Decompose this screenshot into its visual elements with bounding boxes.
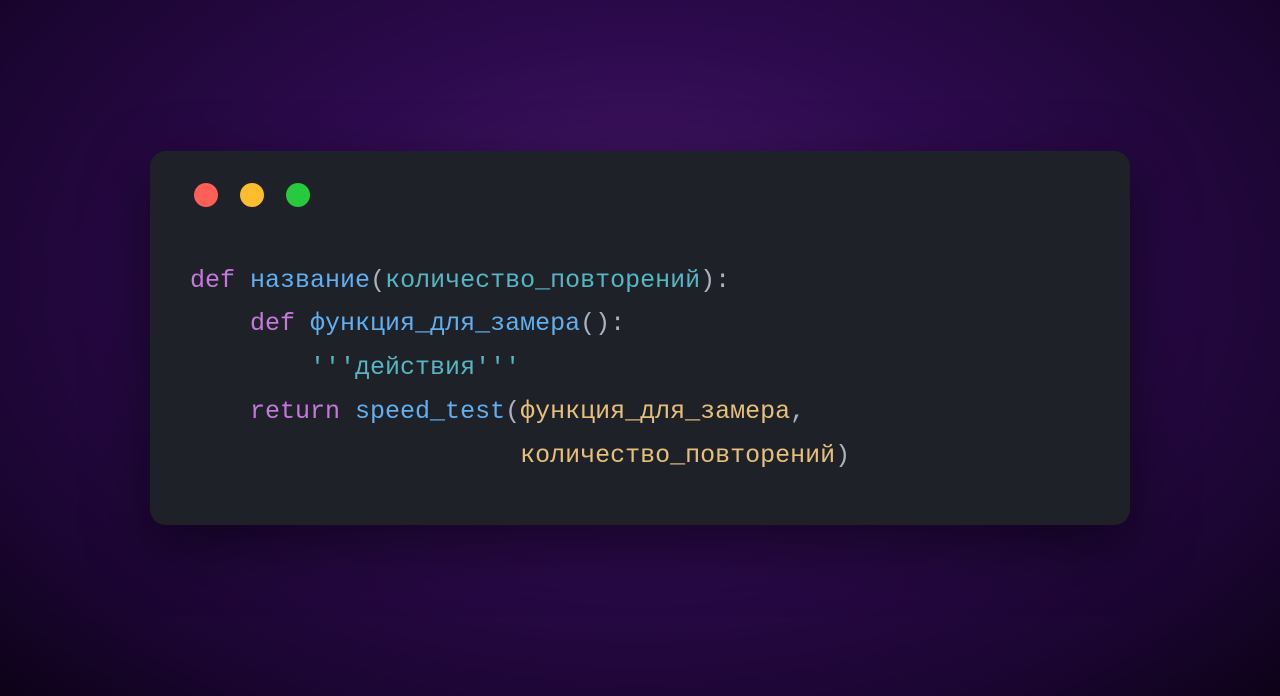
argument: количество_повторений (520, 441, 835, 470)
minimize-icon[interactable] (240, 183, 264, 207)
function-name: функция_для_замера (310, 309, 580, 338)
function-call: speed_test (355, 397, 505, 426)
paren-open: ( (580, 309, 595, 338)
code-block: def название(количество_повторений): def… (190, 259, 1090, 478)
comma: , (790, 397, 805, 426)
code-line-2: def функция_для_замера(): (190, 309, 625, 338)
window-controls (190, 183, 1090, 207)
colon: : (715, 266, 730, 295)
keyword-def: def (250, 309, 295, 338)
code-line-4: return speed_test(функция_для_замера, (190, 397, 805, 426)
paren-open: ( (370, 266, 385, 295)
paren-close: ) (595, 309, 610, 338)
code-line-5: количество_повторений) (190, 441, 850, 470)
code-line-1: def название(количество_повторений): (190, 266, 730, 295)
paren-open: ( (505, 397, 520, 426)
docstring-open: ''' (310, 353, 355, 382)
keyword-def: def (190, 266, 235, 295)
maximize-icon[interactable] (286, 183, 310, 207)
docstring-text: действия (355, 353, 475, 382)
code-line-3: '''действия''' (190, 353, 520, 382)
keyword-return: return (250, 397, 340, 426)
function-name: название (250, 266, 370, 295)
colon: : (610, 309, 625, 338)
code-window: def название(количество_повторений): def… (150, 151, 1130, 526)
parameter: количество_повторений (385, 266, 700, 295)
paren-close: ) (835, 441, 850, 470)
paren-close: ) (700, 266, 715, 295)
close-icon[interactable] (194, 183, 218, 207)
argument: функция_для_замера (520, 397, 790, 426)
docstring-close: ''' (475, 353, 520, 382)
